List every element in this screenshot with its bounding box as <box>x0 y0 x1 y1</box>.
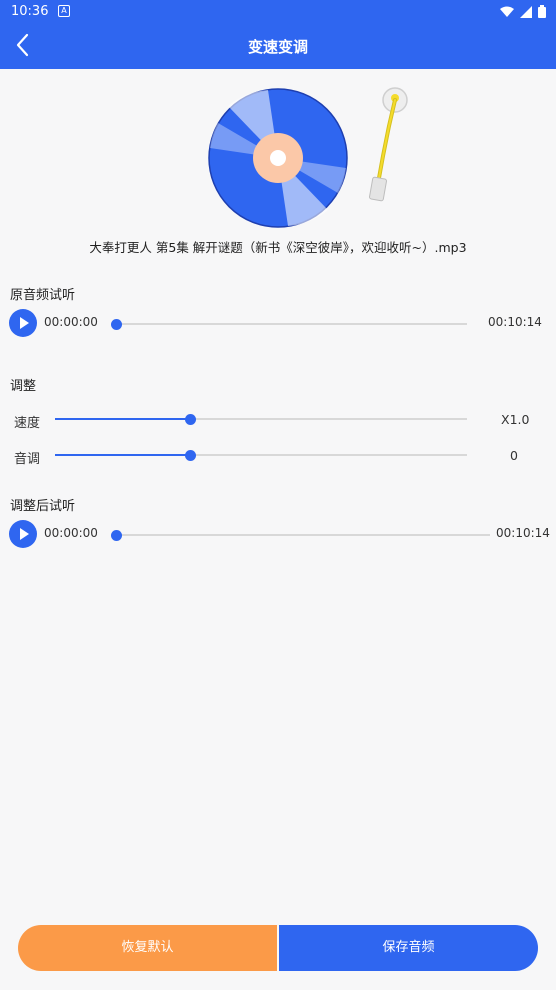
speed-slider-thumb[interactable] <box>185 413 197 425</box>
pitch-row: 音调 0 <box>0 447 556 467</box>
pitch-value: 0 <box>510 448 518 463</box>
reset-default-button[interactable]: 恢复默认 <box>18 925 277 971</box>
adjusted-total-time: 00:10:14 <box>496 526 550 540</box>
original-player: 00:00:00 00:10:14 <box>0 309 556 339</box>
original-progress-track[interactable] <box>110 318 467 330</box>
signal-icon <box>520 5 532 18</box>
pitch-label: 音调 <box>14 452 41 467</box>
disc-icon <box>208 88 348 228</box>
speed-slider[interactable] <box>55 413 467 425</box>
app-bar: 变速变调 <box>0 24 556 69</box>
adjusted-player: 00:00:00 00:10:14 <box>0 520 556 550</box>
status-time: 10:36 <box>11 4 49 19</box>
notification-icon: A <box>58 5 70 17</box>
file-name: 大奉打更人 第5集 解开谜题（新书《深空彼岸》，欢迎收听~）.mp3 <box>89 240 467 255</box>
pitch-slider-thumb[interactable] <box>185 449 197 461</box>
original-total-time: 00:10:14 <box>488 315 542 329</box>
adjust-section-label: 调整 <box>10 379 37 394</box>
status-icons <box>500 5 546 18</box>
original-current-time: 00:00:00 <box>44 315 98 329</box>
tonearm-icon <box>369 87 408 202</box>
wifi-icon <box>500 6 514 17</box>
play-button-adjusted[interactable] <box>9 520 37 548</box>
speed-value: X1.0 <box>501 412 530 427</box>
speed-label: 速度 <box>14 416 41 431</box>
adjusted-section-label: 调整后试听 <box>10 499 76 514</box>
original-section-label: 原音频试听 <box>10 288 76 303</box>
play-button-original[interactable] <box>9 309 37 337</box>
adjusted-current-time: 00:00:00 <box>44 526 98 540</box>
save-audio-button[interactable]: 保存音频 <box>279 925 538 971</box>
battery-icon <box>538 5 546 18</box>
pitch-slider[interactable] <box>55 449 467 461</box>
pitch-slider-fill <box>55 454 191 456</box>
adjusted-progress-thumb[interactable] <box>110 529 122 541</box>
page-title: 变速变调 <box>247 38 308 56</box>
speed-slider-fill <box>55 418 191 420</box>
original-progress-thumb[interactable] <box>110 318 122 330</box>
status-bar: 10:36 A <box>0 0 556 24</box>
adjusted-progress-track[interactable] <box>110 529 490 541</box>
speed-row: 速度 X1.0 <box>0 411 556 431</box>
